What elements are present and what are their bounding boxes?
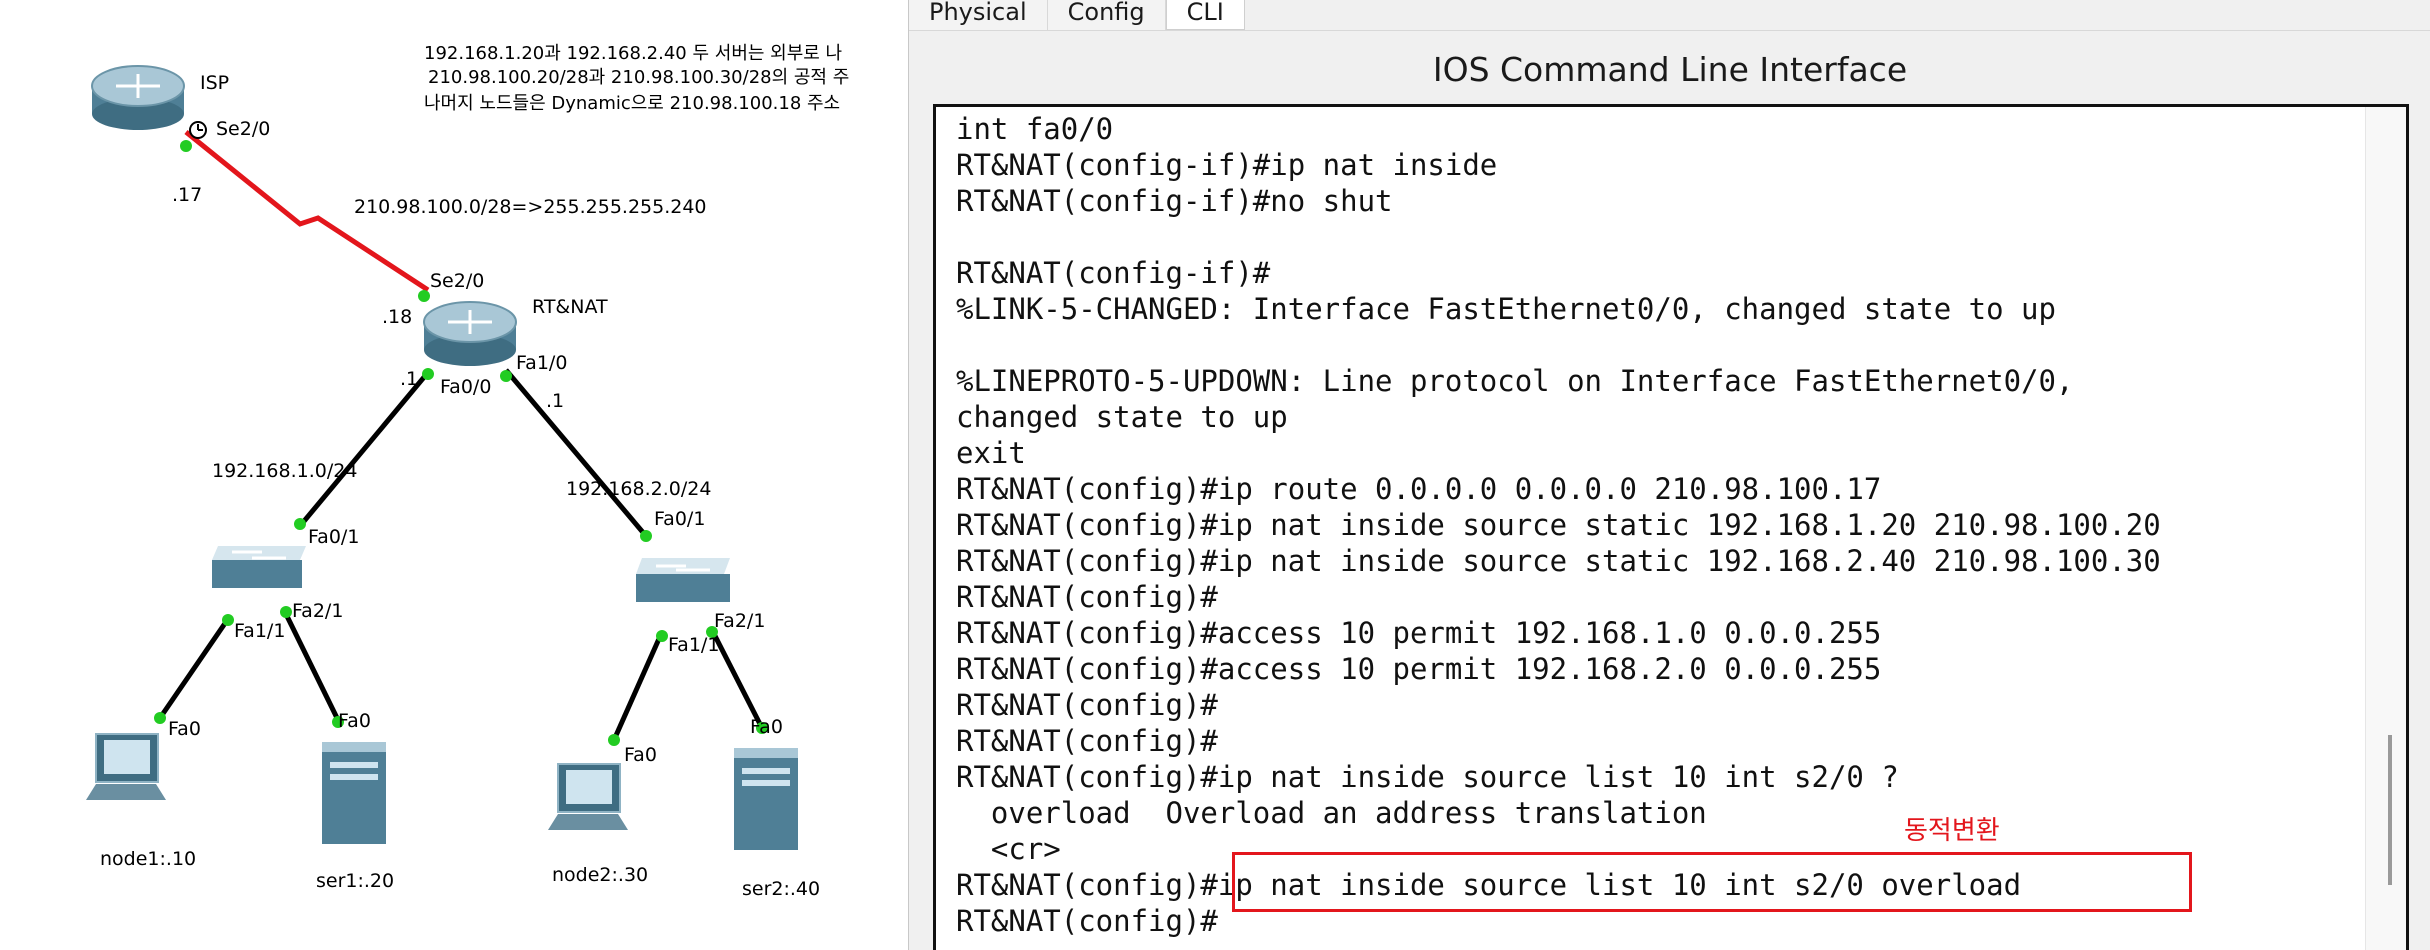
console-line: exit xyxy=(956,436,1026,470)
scenario-note-line: 210.98.100.20/28과 210.98.100.30/28의 공적 주 xyxy=(428,67,850,88)
scenario-note-line: 192.168.1.20과 192.168.2.40 두 서버는 외부로 나 xyxy=(424,43,843,64)
ser2-fa0-label: Fa0 xyxy=(750,716,783,738)
device-tabs: Physical Config CLI xyxy=(909,0,1245,30)
lan2-network-label: 192.168.2.0/24 xyxy=(566,478,712,500)
isp-label: ISP xyxy=(200,72,230,94)
console-line: RT&NAT(config)#access 10 permit 192.168.… xyxy=(956,652,1882,686)
console-line: RT&NAT(config)#ip route 0.0.0.0 0.0.0.0 … xyxy=(956,472,1882,506)
clock-icon xyxy=(189,121,207,139)
tab-config[interactable]: Config xyxy=(1047,0,1166,30)
console-line: RT&NAT(config)# xyxy=(956,724,1218,758)
console-line: RT&NAT(config)#ip nat inside source stat… xyxy=(956,508,2161,542)
cli-console[interactable]: int fa0/0 RT&NAT(config-if)#ip nat insid… xyxy=(933,104,2409,950)
rt-fa00-label: Fa0/0 xyxy=(440,376,492,398)
topology-links xyxy=(86,65,798,850)
console-line: RT&NAT(config-if)#ip nat inside xyxy=(956,148,1498,182)
sw1-fa01-label: Fa0/1 xyxy=(308,526,360,548)
sw1-fa21-label: Fa2/1 xyxy=(292,600,344,622)
scenario-note-line: 나머지 노드들은 Dynamic으로 210.98.100.18 주소 xyxy=(424,93,841,114)
ser1-server-icon xyxy=(322,742,386,844)
switch2-icon xyxy=(636,558,730,602)
rt-fa10-ip-label: .1 xyxy=(546,390,565,412)
tab-cli[interactable]: CLI xyxy=(1165,0,1245,30)
link-rt-sw1 xyxy=(298,368,432,528)
node2-pc-icon xyxy=(548,763,628,830)
node1-label: node1:.10 xyxy=(100,848,197,870)
highlight-box xyxy=(1232,852,2192,912)
console-line: changed state to up xyxy=(956,400,1288,434)
isp-ip-label: .17 xyxy=(172,184,203,206)
switch1-icon xyxy=(212,546,306,588)
console-line: RT&NAT(config-if)#no shut xyxy=(956,184,1393,218)
wan-network-label: 210.98.100.0/28=>255.255.255.240 xyxy=(354,196,707,218)
node2-label: node2:.30 xyxy=(552,864,649,886)
cli-title: IOS Command Line Interface xyxy=(1432,50,1908,89)
console-line: RT&NAT(config)#access 10 permit 192.168.… xyxy=(956,616,1882,650)
console-line: RT&NAT(config)# xyxy=(956,580,1218,614)
sw2-fa11-label: Fa1/1 xyxy=(668,634,720,656)
tab-physical[interactable]: Physical xyxy=(909,0,1048,30)
sw2-fa21-label: Fa2/1 xyxy=(714,610,766,632)
ser1-label: ser1:.20 xyxy=(316,870,395,892)
link-sw1-node1 xyxy=(157,614,233,720)
link-rt-sw2 xyxy=(504,368,648,538)
console-line: RT&NAT(config)#ip nat inside source stat… xyxy=(956,544,2161,578)
tab-divider xyxy=(909,30,2430,31)
sw2-fa01-label: Fa0/1 xyxy=(654,508,706,530)
link-sw2-node2 xyxy=(611,630,665,742)
console-scrollbar[interactable] xyxy=(2365,107,2406,950)
console-line: %LINK-5-CHANGED: Interface FastEthernet0… xyxy=(956,292,2056,326)
node1-pc-icon xyxy=(86,733,166,800)
node2-fa0-label: Fa0 xyxy=(624,744,657,766)
isp-router-icon xyxy=(91,65,185,130)
console-line: RT&NAT(config)#ip nat inside source list… xyxy=(956,760,1899,794)
rt-se-ip-label: .18 xyxy=(382,306,413,328)
link-sw1-ser1 xyxy=(281,608,341,722)
console-line: %LINEPROTO-5-UPDOWN: Line protocol on In… xyxy=(956,364,2074,398)
device-window: Physical Config CLI IOS Command Line Int… xyxy=(908,0,2430,950)
console-line: RT&NAT(config)# xyxy=(956,688,1218,722)
ser2-server-icon xyxy=(734,748,798,850)
rt-nat-label: RT&NAT xyxy=(532,296,608,318)
highlight-annotation: 동적변환 xyxy=(1904,816,2000,846)
rt-nat-router-icon xyxy=(423,301,517,366)
lan1-network-label: 192.168.1.0/24 xyxy=(212,460,358,482)
console-line: RT&NAT(config-if)# xyxy=(956,256,1271,290)
scrollbar-thumb[interactable] xyxy=(2388,735,2392,885)
link-sw2-ser2 xyxy=(709,628,765,730)
sw1-fa11-label: Fa1/1 xyxy=(234,620,286,642)
topology-canvas[interactable]: 192.168.1.20과 192.168.2.40 두 서버는 외부로 나 2… xyxy=(0,0,908,950)
console-line: int fa0/0 xyxy=(956,112,1114,146)
rt-fa10-label: Fa1/0 xyxy=(516,352,568,374)
isp-se-label: Se2/0 xyxy=(216,118,271,140)
node1-fa0-label: Fa0 xyxy=(168,718,201,740)
rt-se-label: Se2/0 xyxy=(430,270,485,292)
ser1-fa0-label: Fa0 xyxy=(338,710,371,732)
ser2-label: ser2:.40 xyxy=(742,878,821,900)
rt-fa00-ip-label: .1 xyxy=(400,368,419,390)
